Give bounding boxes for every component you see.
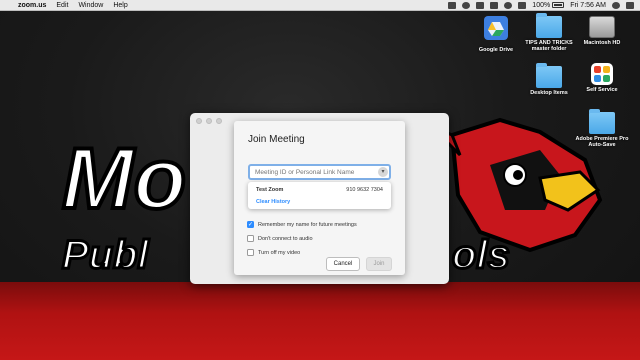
- minimize-window-button[interactable]: [206, 118, 212, 124]
- wallpaper-text-large: Mo: [62, 131, 186, 227]
- dialog-title: Join Meeting: [248, 134, 305, 145]
- option-no-audio[interactable]: Don't connect to audio: [247, 235, 313, 242]
- close-window-button[interactable]: [196, 118, 202, 124]
- desktop-icon-google-drive[interactable]: Google Drive: [468, 16, 524, 53]
- battery-icon: [552, 2, 565, 8]
- desktop-icon-label: Adobe Premiere Pro Auto-Save: [575, 136, 629, 149]
- dropbox-tray-icon[interactable]: [476, 1, 485, 9]
- option-label: Don't connect to audio: [258, 235, 313, 242]
- option-remember-name[interactable]: ✓ Remember my name for future meetings: [247, 221, 357, 228]
- folder-icon: [589, 109, 615, 134]
- volume-icon[interactable]: [518, 1, 527, 9]
- option-label: Remember my name for future meetings: [258, 221, 357, 228]
- folder-icon: [536, 13, 562, 38]
- menu-help[interactable]: Help: [113, 2, 127, 9]
- wallpaper-text-public: Publ: [62, 233, 150, 277]
- hard-drive-icon: [589, 16, 615, 38]
- join-button[interactable]: Join: [366, 257, 392, 271]
- desktop-icon-label: Self Service: [586, 87, 618, 93]
- window-controls: [196, 118, 222, 124]
- checkbox-checked[interactable]: ✓: [247, 221, 254, 228]
- join-meeting-dialog: Join Meeting ▾ Test Zoom 910 9632 7304 C…: [234, 121, 405, 275]
- google-drive-icon: [484, 16, 508, 40]
- chevron-down-icon[interactable]: ▾: [378, 167, 388, 177]
- menu-bar: zoom.us Edit Window Help 100% Fri 7:56 A…: [0, 0, 640, 11]
- notification-center-icon[interactable]: [626, 1, 634, 9]
- self-service-icon: [591, 63, 613, 85]
- desktop-icon-label: Desktop Items: [530, 90, 568, 96]
- app-menu-zoom[interactable]: zoom.us: [18, 2, 46, 9]
- battery-status[interactable]: 100%: [532, 1, 565, 9]
- battery-percent: 100%: [532, 1, 551, 9]
- menu-bar-clock[interactable]: Fri 7:56 AM: [570, 2, 606, 9]
- meeting-history-dropdown: Test Zoom 910 9632 7304 Clear History: [248, 182, 391, 209]
- cancel-button[interactable]: Cancel: [326, 257, 360, 271]
- desktop-icon-self-service[interactable]: Self Service: [574, 63, 630, 93]
- desktop-icon-macintosh-hd[interactable]: Macintosh HD: [574, 16, 630, 46]
- menu-edit[interactable]: Edit: [56, 2, 68, 9]
- desktop-icon-premiere-autosave[interactable]: Adobe Premiere Pro Auto-Save: [574, 109, 630, 149]
- option-video-off[interactable]: Turn off my video: [247, 249, 300, 256]
- meeting-id-input[interactable]: [248, 164, 391, 180]
- sync-tray-icon[interactable]: [462, 1, 471, 9]
- zoom-tray-icon[interactable]: [448, 1, 457, 9]
- zoom-window: Join Meeting ▾ Test Zoom 910 9632 7304 C…: [190, 113, 449, 284]
- airplay-tray-icon[interactable]: [490, 1, 499, 9]
- history-item-id: 910 9632 7304: [346, 187, 383, 193]
- clear-history-link[interactable]: Clear History: [256, 199, 290, 205]
- menu-window[interactable]: Window: [78, 2, 103, 9]
- checkbox-unchecked[interactable]: [247, 249, 254, 256]
- folder-icon: [536, 63, 562, 88]
- zoom-window-button[interactable]: [216, 118, 222, 124]
- option-label: Turn off my video: [258, 249, 301, 256]
- desktop-icon-label: Google Drive: [478, 47, 514, 53]
- checkbox-unchecked[interactable]: [247, 235, 254, 242]
- menu-bar-status-area: 100% Fri 7:56 AM: [448, 1, 640, 9]
- wifi-icon[interactable]: [504, 1, 513, 9]
- desktop-icon-tips-folder[interactable]: TIPS AND TRICKS master folder: [521, 13, 577, 53]
- history-item-name: Test Zoom: [256, 187, 284, 193]
- desktop-icon-label: TIPS AND TRICKS master folder: [525, 40, 573, 53]
- desktop-icon-desktop-items[interactable]: Desktop Items: [521, 63, 577, 96]
- spotlight-search-icon[interactable]: [612, 1, 620, 9]
- history-item[interactable]: Test Zoom 910 9632 7304: [256, 187, 383, 193]
- desktop-icon-label: Macintosh HD: [583, 40, 621, 46]
